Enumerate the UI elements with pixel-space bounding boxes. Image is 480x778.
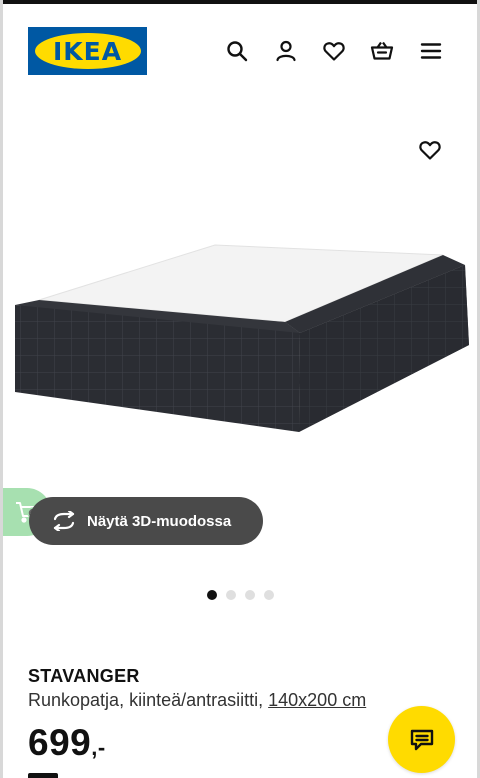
product-description: Runkopatja, kiinteä/antrasiitti, 140x200… [28, 690, 366, 711]
logo-text: IKEA [52, 36, 123, 66]
ikea-logo[interactable]: IKEA [28, 27, 147, 75]
rotate-3d-icon [53, 511, 75, 531]
carousel-dot[interactable] [264, 590, 274, 600]
carousel-indicators [207, 590, 274, 600]
heart-icon [419, 141, 441, 160]
heart-icon[interactable] [321, 38, 347, 64]
favorite-button[interactable] [416, 136, 444, 164]
next-section-peek [28, 772, 188, 778]
search-icon[interactable] [224, 38, 250, 64]
view-3d-button[interactable]: Näytä 3D-muodossa [29, 497, 263, 545]
price-suffix: ,- [91, 735, 106, 760]
size-link[interactable]: 140x200 cm [268, 690, 366, 710]
view-3d-label: Näytä 3D-muodossa [87, 512, 232, 530]
chat-icon [410, 729, 433, 750]
carousel-dot[interactable] [245, 590, 255, 600]
product-price: 699,- [28, 722, 106, 764]
menu-icon[interactable] [418, 38, 444, 64]
description-text: Runkopatja, kiinteä/antrasiitti, [28, 690, 269, 710]
site-header: IKEA [0, 4, 480, 96]
carousel-dot[interactable] [226, 590, 236, 600]
chat-button[interactable] [388, 706, 455, 773]
carousel-dot[interactable] [207, 590, 217, 600]
account-icon[interactable] [273, 38, 299, 64]
price-value: 699 [28, 722, 92, 763]
cart-icon[interactable] [369, 38, 395, 64]
logo-oval: IKEA [34, 33, 141, 69]
product-name: STAVANGER [28, 666, 140, 686]
